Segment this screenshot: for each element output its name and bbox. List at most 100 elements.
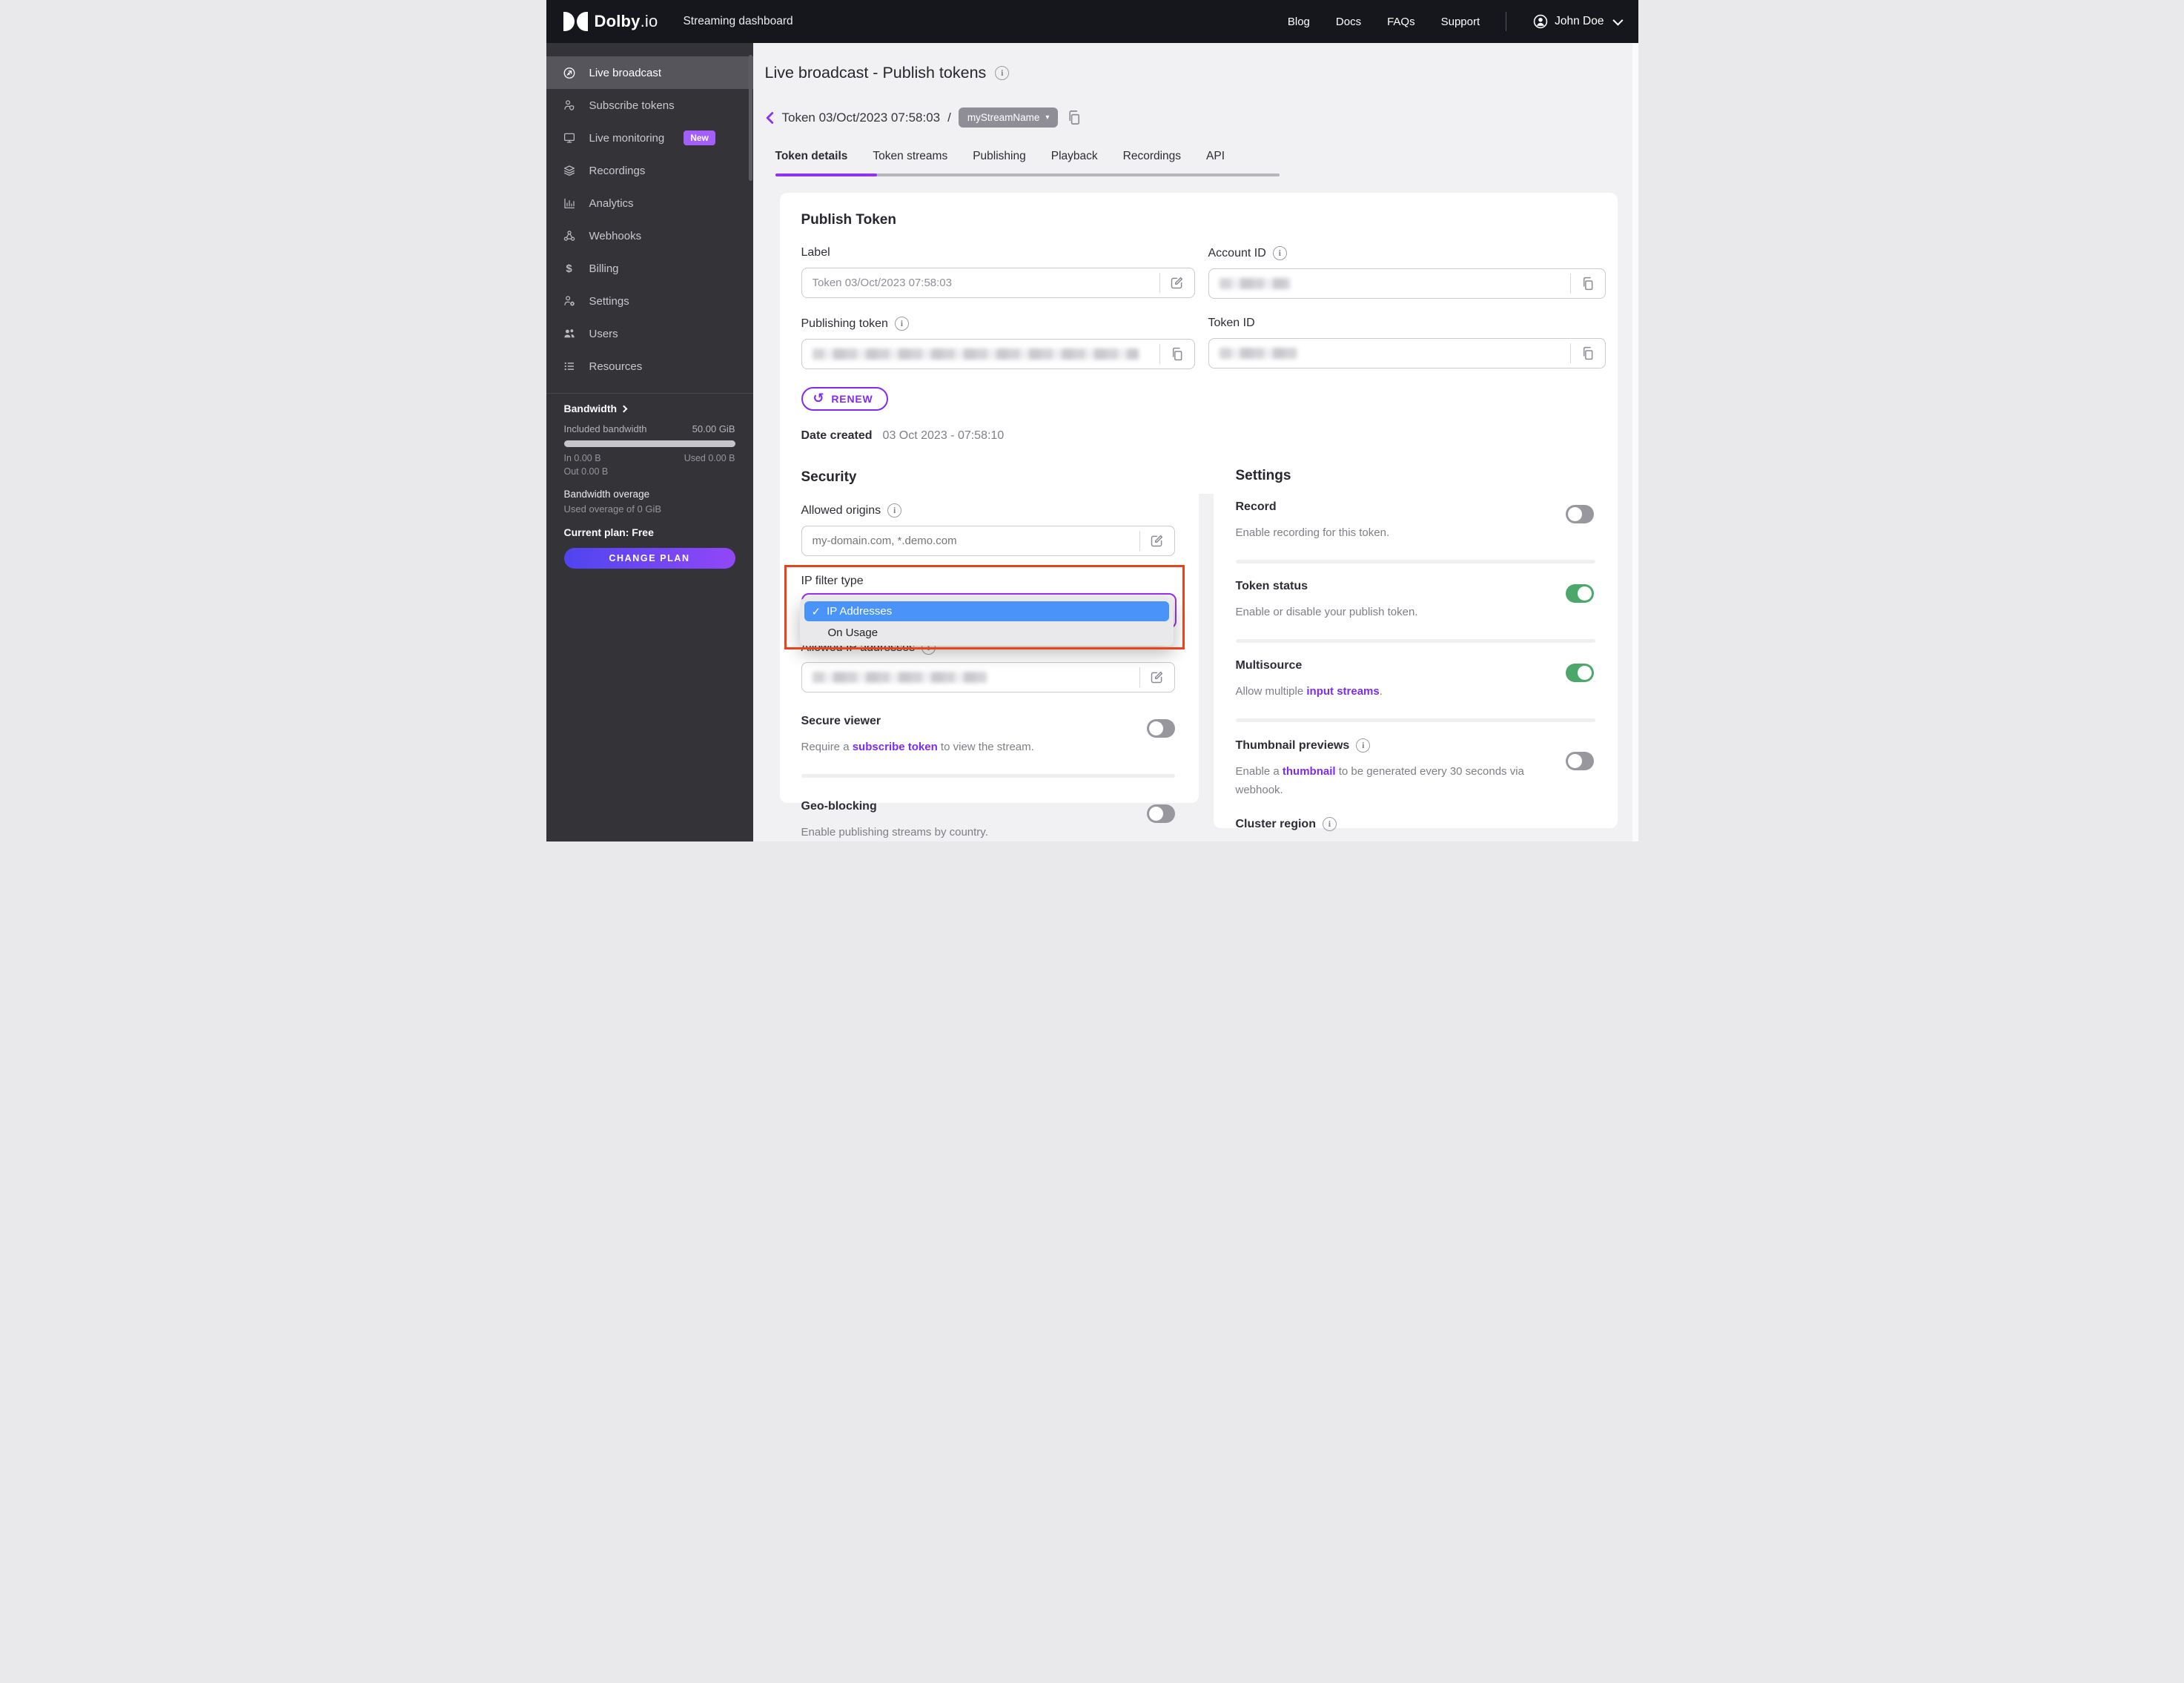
edit-origins-button[interactable] xyxy=(1140,533,1174,549)
info-icon[interactable]: i xyxy=(1272,246,1287,260)
dolby-mark-icon xyxy=(563,12,588,31)
input-streams-link[interactable]: input streams xyxy=(1306,685,1379,698)
copy-token-id-button[interactable] xyxy=(1571,345,1605,361)
token-status-description: Enable or disable your publish token. xyxy=(1235,606,1418,618)
tab-bar: Token details Token streams Publishing P… xyxy=(775,150,1280,173)
page-scrollbar[interactable] xyxy=(1632,43,1638,842)
sidebar-scrollbar[interactable] xyxy=(748,55,752,181)
sidebar-divider xyxy=(546,393,753,394)
dolby-logo[interactable]: Dolby.io xyxy=(563,12,658,31)
edit-icon xyxy=(1151,535,1163,547)
back-chevron-icon[interactable] xyxy=(765,111,775,125)
info-icon[interactable]: i xyxy=(1322,817,1337,831)
record-toggle[interactable] xyxy=(1565,505,1594,523)
sidebar-item-label: Resources xyxy=(589,360,643,373)
tab-underline-track xyxy=(775,173,1280,176)
stream-name-dropdown[interactable]: myStreamName ▾ xyxy=(958,108,1059,128)
nav-blog[interactable]: Blog xyxy=(1288,16,1310,28)
sidebar-item-webhooks[interactable]: Webhooks xyxy=(546,219,753,252)
copy-publishing-token-button[interactable] xyxy=(1160,346,1194,362)
sidebar-item-live-broadcast[interactable]: Live broadcast xyxy=(546,56,753,89)
tab-recordings[interactable]: Recordings xyxy=(1123,150,1181,173)
users-icon xyxy=(563,329,575,338)
tab-token-details[interactable]: Token details xyxy=(775,150,848,173)
secure-viewer-description: Require a subscribe token to view the st… xyxy=(801,741,1034,753)
nav-support[interactable]: Support xyxy=(1441,16,1480,28)
edit-ip-addresses-button[interactable] xyxy=(1140,669,1174,685)
date-created-label: Date created xyxy=(801,429,873,442)
tab-api[interactable]: API xyxy=(1206,150,1225,173)
edit-icon xyxy=(1171,277,1183,289)
account-id-label: Account ID xyxy=(1208,246,1266,259)
publishing-token-label: Publishing token xyxy=(801,317,888,330)
sidebar-item-analytics[interactable]: Analytics xyxy=(546,187,753,219)
allowed-origins-input[interactable] xyxy=(801,535,1139,547)
allowed-ip-field xyxy=(801,662,1175,692)
sidebar-item-label: Live monitoring xyxy=(589,131,665,145)
ip-filter-type-label: IP filter type xyxy=(801,575,864,587)
date-created-value: 03 Oct 2023 - 07:58:10 xyxy=(882,429,1005,442)
user-menu[interactable]: John Doe xyxy=(1532,13,1623,30)
sidebar-item-settings[interactable]: Settings xyxy=(546,285,753,317)
sidebar-item-users[interactable]: Users xyxy=(546,317,753,350)
section-divider xyxy=(1235,718,1595,722)
sidebar-item-label: Users xyxy=(589,327,618,340)
sidebar-item-label: Settings xyxy=(589,294,629,308)
thumbnail-link[interactable]: thumbnail xyxy=(1283,765,1336,778)
geo-blocking-toggle[interactable] xyxy=(1146,804,1175,823)
tab-token-streams[interactable]: Token streams xyxy=(873,150,947,173)
breadcrumb-token[interactable]: Token 03/Oct/2023 07:58:03 xyxy=(782,110,941,125)
brand-name: Dolby.io xyxy=(594,12,658,30)
account-id-field xyxy=(1208,268,1606,299)
info-icon[interactable]: i xyxy=(1356,738,1371,753)
webhook-icon xyxy=(563,231,575,241)
label-input[interactable] xyxy=(801,277,1159,289)
option-on-usage[interactable]: On Usage xyxy=(804,623,1169,643)
label-field-label: Label xyxy=(801,246,830,259)
edit-label-button[interactable] xyxy=(1160,275,1194,291)
change-plan-button[interactable]: CHANGE PLAN xyxy=(563,548,735,569)
copy-stream-name-icon[interactable] xyxy=(1065,109,1082,126)
subscribe-token-link[interactable]: subscribe token xyxy=(853,741,938,753)
info-icon[interactable]: i xyxy=(894,317,909,331)
redacted-publishing-token xyxy=(812,348,1139,360)
dolby-streaming-dashboard: Dolby.io Streaming dashboard Blog Docs F… xyxy=(546,0,1638,842)
tab-playback[interactable]: Playback xyxy=(1051,150,1098,173)
checkmark-icon: ✓ xyxy=(811,605,821,618)
page-title: Live broadcast - Publish tokens xyxy=(764,64,987,82)
nav-docs[interactable]: Docs xyxy=(1336,16,1361,28)
redacted-ip-addresses xyxy=(812,672,987,683)
copy-account-id-button[interactable] xyxy=(1571,276,1605,291)
token-id-label: Token ID xyxy=(1208,317,1255,329)
renew-icon: ↺ xyxy=(813,391,825,406)
sidebar-item-billing[interactable]: $ Billing xyxy=(546,252,753,285)
sidebar-item-live-monitoring[interactable]: Live monitoring New xyxy=(546,122,753,154)
renew-button[interactable]: ↺ RENEW xyxy=(801,387,888,411)
sidebar-item-subscribe-tokens[interactable]: Subscribe tokens xyxy=(546,89,753,122)
sidebar-item-recordings[interactable]: Recordings xyxy=(546,154,753,187)
info-icon[interactable]: i xyxy=(995,66,1010,80)
included-bandwidth-label: Included bandwidth xyxy=(563,423,647,434)
edit-icon xyxy=(1151,671,1163,684)
info-icon[interactable]: i xyxy=(887,503,902,518)
list-icon xyxy=(564,362,574,371)
sidebar-item-resources[interactable]: Resources xyxy=(546,350,753,383)
user-name: John Doe xyxy=(1555,15,1604,27)
section-divider xyxy=(801,774,1175,778)
sidebar-item-label: Recordings xyxy=(589,164,646,177)
dollar-icon: $ xyxy=(566,262,572,275)
cluster-region-label: Cluster region xyxy=(1235,817,1316,830)
multisource-toggle[interactable] xyxy=(1565,664,1594,682)
tab-publishing[interactable]: Publishing xyxy=(973,150,1026,173)
secure-viewer-toggle[interactable] xyxy=(1146,719,1175,738)
current-plan: Current plan: Free xyxy=(563,526,654,538)
topnav: Blog Docs FAQs Support John Doe xyxy=(1288,12,1623,31)
nav-faqs[interactable]: FAQs xyxy=(1387,16,1415,28)
token-status-toggle[interactable] xyxy=(1565,584,1594,603)
bandwidth-title[interactable]: Bandwidth xyxy=(564,403,735,414)
thumbnail-previews-toggle[interactable] xyxy=(1565,752,1594,770)
user-avatar-icon xyxy=(1533,14,1548,29)
option-ip-addresses[interactable]: ✓ IP Addresses xyxy=(804,601,1169,621)
geo-blocking-label: Geo-blocking xyxy=(801,800,877,813)
record-description: Enable recording for this token. xyxy=(1235,526,1390,539)
